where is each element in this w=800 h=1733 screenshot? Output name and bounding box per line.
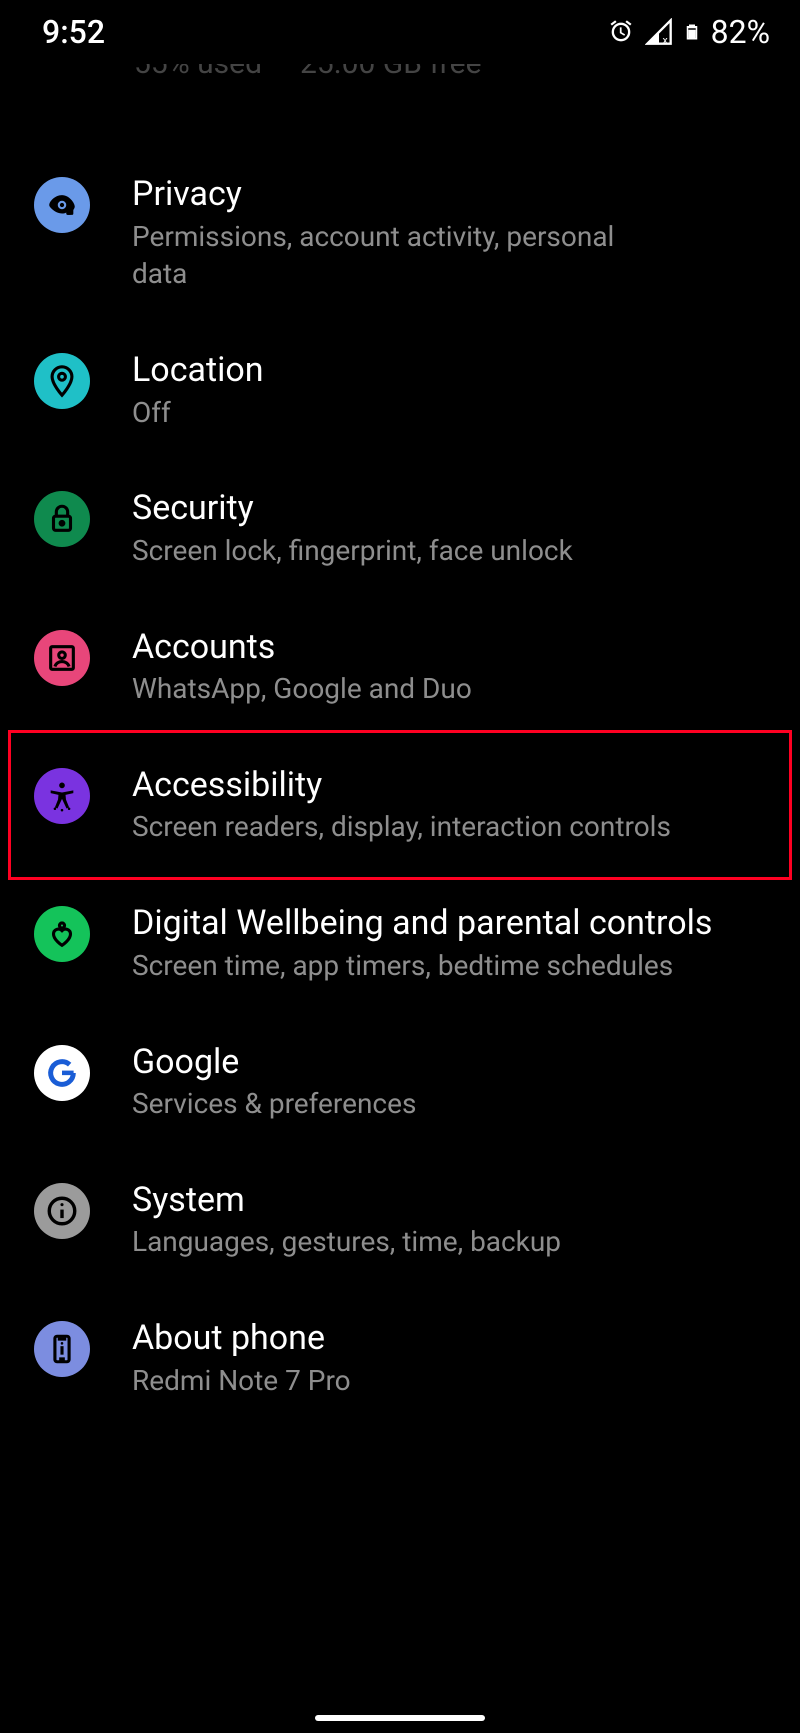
settings-item-location[interactable]: Location Off	[0, 321, 800, 459]
settings-item-accessibility[interactable]: Accessibility Screen readers, display, i…	[0, 736, 800, 874]
storage-row-cutoff: 55% used 25.00 GB free	[0, 64, 800, 85]
settings-item-google[interactable]: Google Services & preferences	[0, 1013, 800, 1151]
settings-item-digital-wellbeing[interactable]: Digital Wellbeing and parental controls …	[0, 874, 800, 1012]
privacy-icon	[34, 177, 90, 233]
settings-item-title: Location	[132, 349, 264, 392]
battery-percent: 82%	[711, 13, 770, 51]
wellbeing-icon	[34, 906, 90, 962]
alarm-icon	[607, 18, 635, 46]
settings-item-title: About phone	[132, 1317, 351, 1360]
settings-item-subtitle: Redmi Note 7 Pro	[132, 1362, 351, 1400]
battery-icon	[683, 17, 701, 47]
settings-item-privacy[interactable]: Privacy Permissions, account activity, p…	[0, 145, 800, 321]
gesture-nav-bar[interactable]	[315, 1715, 485, 1721]
info-icon	[34, 1183, 90, 1239]
lock-icon	[34, 491, 90, 547]
settings-item-subtitle: Screen lock, fingerprint, face unlock	[132, 532, 573, 570]
phone-icon	[34, 1321, 90, 1377]
settings-item-title: Privacy	[132, 173, 672, 216]
settings-item-subtitle: Off	[132, 394, 264, 432]
settings-item-title: Accounts	[132, 626, 472, 669]
account-icon	[34, 630, 90, 686]
accessibility-icon	[34, 768, 90, 824]
settings-list: Privacy Permissions, account activity, p…	[0, 85, 800, 1427]
settings-item-subtitle: Languages, gestures, time, backup	[132, 1223, 561, 1261]
settings-item-title: System	[132, 1179, 561, 1222]
status-icons: x 82%	[607, 13, 770, 51]
status-time: 9:52	[42, 13, 105, 51]
settings-item-security[interactable]: Security Screen lock, fingerprint, face …	[0, 459, 800, 597]
location-icon	[34, 353, 90, 409]
svg-text:x: x	[662, 34, 667, 46]
status-bar: 9:52 x 82%	[0, 0, 800, 64]
settings-item-subtitle: Permissions, account activity, personal …	[132, 218, 672, 294]
settings-item-title: Security	[132, 487, 573, 530]
settings-item-subtitle: Screen time, app timers, bedtime schedul…	[132, 947, 692, 985]
settings-item-title: Digital Wellbeing and parental controls	[132, 902, 712, 945]
google-icon	[34, 1045, 90, 1101]
signal-icon: x	[645, 18, 673, 46]
settings-item-subtitle: Services & preferences	[132, 1085, 416, 1123]
settings-item-about-phone[interactable]: About phone Redmi Note 7 Pro	[0, 1289, 800, 1427]
settings-item-subtitle: WhatsApp, Google and Duo	[132, 670, 472, 708]
settings-item-accounts[interactable]: Accounts WhatsApp, Google and Duo	[0, 598, 800, 736]
settings-item-title: Accessibility	[132, 764, 671, 807]
settings-item-title: Google	[132, 1041, 416, 1084]
settings-list-scroll[interactable]: 55% used 25.00 GB free Privacy Permissio…	[0, 64, 800, 1733]
settings-item-system[interactable]: System Languages, gestures, time, backup	[0, 1151, 800, 1289]
settings-item-subtitle: Screen readers, display, interaction con…	[132, 808, 671, 846]
